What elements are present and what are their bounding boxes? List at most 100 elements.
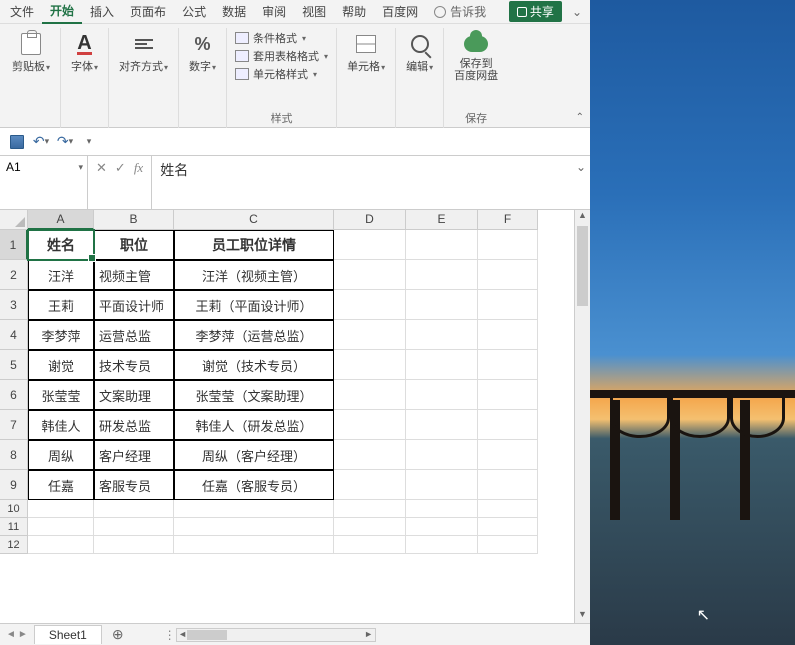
tell-me-label: 告诉我 [450,3,486,20]
rowhead-3[interactable]: 3 [0,290,28,320]
tell-me-search[interactable]: 告诉我 [426,3,494,20]
scroll-right-icon[interactable]: ► [363,629,375,641]
menu-formulas[interactable]: 公式 [174,0,214,23]
cell-B7[interactable]: 研发总监 [94,410,174,440]
colhead-E[interactable]: E [406,210,478,230]
cells-area[interactable]: 姓名 职位 员工职位详情 汪洋视频主管汪洋（视频主管） 王莉平面设计师王莉（平面… [28,230,538,554]
menu-review[interactable]: 审阅 [254,0,294,23]
cell-A7[interactable]: 韩佳人 [28,410,94,440]
colhead-A[interactable]: A [28,210,94,230]
save-baidu-button[interactable]: 保存到百度网盘 [450,30,502,84]
cell-F1[interactable] [478,230,538,260]
group-alignment: 对齐方式▾ . [109,28,179,128]
vertical-scrollbar[interactable]: ▲ ▼ [574,210,590,623]
name-box-dropdown-icon[interactable]: ▾ [78,162,83,173]
menu-help[interactable]: 帮助 [334,0,374,23]
sheet-nav[interactable]: ◄► [0,629,34,640]
ribbon-collapse-toggle[interactable]: ⌄ [566,5,588,19]
cell-D1[interactable] [334,230,406,260]
table-format-button[interactable]: 套用表格格式▾ [235,48,328,64]
cell-A3[interactable]: 王莉 [28,290,94,320]
cell-A4[interactable]: 李梦萍 [28,320,94,350]
formula-cancel-button[interactable]: ✕ [96,160,107,176]
rowhead-1[interactable]: 1 [0,230,28,260]
menu-insert[interactable]: 插入 [82,0,122,23]
scroll-up-icon[interactable]: ▲ [575,210,590,224]
rowhead-4[interactable]: 4 [0,320,28,350]
cell-C2[interactable]: 汪洋（视频主管） [174,260,334,290]
qat-redo-button[interactable]: ↷▾ [56,133,74,151]
number-button[interactable]: % 数字▾ [185,30,220,76]
colhead-F[interactable]: F [478,210,538,230]
cell-A1[interactable]: 姓名 [28,230,94,260]
qat-save-button[interactable] [8,133,26,151]
cell-B3[interactable]: 平面设计师 [94,290,174,320]
colhead-C[interactable]: C [174,210,334,230]
cell-A5[interactable]: 谢觉 [28,350,94,380]
ribbon-collapse-icon[interactable]: ⌃ [576,112,584,123]
cell-C6[interactable]: 张莹莹（文案助理） [174,380,334,410]
cell-A9[interactable]: 任嘉 [28,470,94,500]
cell-B9[interactable]: 客服专员 [94,470,174,500]
cell-B4[interactable]: 运营总监 [94,320,174,350]
alignment-button[interactable]: 对齐方式▾ [115,30,172,76]
vscroll-thumb[interactable] [577,226,588,306]
share-button[interactable]: 共享 [509,1,562,22]
cell-E1[interactable] [406,230,478,260]
cell-B5[interactable]: 技术专员 [94,350,174,380]
conditional-format-button[interactable]: 条件格式▾ [235,30,306,46]
rowhead-12[interactable]: 12 [0,536,28,554]
formula-confirm-button[interactable]: ✓ [115,160,126,176]
cell-B2[interactable]: 视频主管 [94,260,174,290]
font-icon: A [77,34,91,55]
cell-C1[interactable]: 员工职位详情 [174,230,334,260]
horizontal-scrollbar[interactable]: ◄ ► [176,628,376,642]
cell-C8[interactable]: 周纵（客户经理） [174,440,334,470]
rowhead-11[interactable]: 11 [0,518,28,536]
formula-bar-expand[interactable]: ⌄ [572,156,590,209]
rowhead-7[interactable]: 7 [0,410,28,440]
menu-baidu[interactable]: 百度网 [374,0,426,23]
rowhead-8[interactable]: 8 [0,440,28,470]
name-box[interactable]: ▾ [0,156,88,209]
edit-button[interactable]: 编辑▾ [402,30,437,76]
cell-C9[interactable]: 任嘉（客服专员） [174,470,334,500]
rowhead-2[interactable]: 2 [0,260,28,290]
menu-home[interactable]: 开始 [42,0,82,24]
font-button[interactable]: A 字体▾ [67,30,102,76]
select-all-button[interactable] [0,210,28,230]
cell-C7[interactable]: 韩佳人（研发总监） [174,410,334,440]
cell-B6[interactable]: 文案助理 [94,380,174,410]
qat-customize[interactable]: ▾ [80,133,98,151]
hscroll-thumb[interactable] [187,630,227,640]
colhead-B[interactable]: B [94,210,174,230]
rowhead-6[interactable]: 6 [0,380,28,410]
cell-A6[interactable]: 张莹莹 [28,380,94,410]
cell-B1[interactable]: 职位 [94,230,174,260]
menu-data[interactable]: 数据 [214,0,254,23]
menu-pagelayout[interactable]: 页面布 [122,0,174,23]
cell-A2[interactable]: 汪洋 [28,260,94,290]
colhead-D[interactable]: D [334,210,406,230]
menu-file[interactable]: 文件 [2,0,42,23]
cell-B8[interactable]: 客户经理 [94,440,174,470]
rowhead-9[interactable]: 9 [0,470,28,500]
formula-input[interactable]: 姓名 [152,156,572,209]
cell-A8[interactable]: 周纵 [28,440,94,470]
clipboard-button[interactable]: 剪贴板▾ [8,30,54,76]
name-box-input[interactable] [6,160,66,174]
add-sheet-button[interactable]: ⊕ [102,626,134,643]
scroll-down-icon[interactable]: ▼ [575,609,590,623]
menu-view[interactable]: 视图 [294,0,334,23]
insert-function-button[interactable]: fx [134,160,143,176]
cell-C5[interactable]: 谢觉（技术专员） [174,350,334,380]
rowhead-5[interactable]: 5 [0,350,28,380]
cell-styles-button[interactable]: 单元格样式▾ [235,66,317,82]
cell-C3[interactable]: 王莉（平面设计师） [174,290,334,320]
sheet-tab-1[interactable]: Sheet1 [34,625,102,644]
qat-undo-button[interactable]: ↶▾ [32,133,50,151]
mouse-cursor: ↖ [697,605,710,625]
cells-button[interactable]: 单元格▾ [343,30,389,76]
cell-C4[interactable]: 李梦萍（运营总监） [174,320,334,350]
rowhead-10[interactable]: 10 [0,500,28,518]
